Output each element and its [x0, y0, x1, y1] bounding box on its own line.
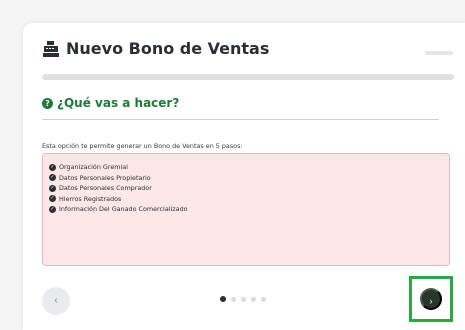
list-item: ✓ Organización Gremial	[49, 162, 449, 173]
list-item: ✓ Datos Personales Comprador	[49, 183, 449, 194]
header-pill	[425, 51, 453, 55]
pagination-dot-2[interactable]	[231, 296, 236, 302]
pagination-dots	[220, 296, 271, 302]
list-item: ✓ Datos Personales Propietario	[49, 173, 449, 184]
step-label: Información Del Ganado Comercializado	[59, 205, 188, 214]
section-title: ¿Qué vas a hacer?	[57, 96, 180, 110]
check-circle-icon: ✓	[49, 195, 56, 203]
section-divider	[42, 119, 439, 120]
list-item: ✓ Información Del Ganado Comercializado	[49, 204, 449, 215]
question-circle-icon: ?	[42, 97, 53, 109]
chevron-right-icon: ›	[429, 296, 433, 306]
check-circle-icon: ✓	[49, 174, 56, 182]
step-label: Hierros Registrados	[59, 194, 122, 203]
card-header: Nuevo Bono de Ventas	[42, 39, 269, 58]
list-item: ✓ Hierros Registrados	[49, 194, 449, 205]
check-circle-icon: ✓	[49, 205, 56, 213]
chevron-left-icon: ‹	[54, 295, 58, 306]
prev-button[interactable]: ‹	[42, 287, 70, 315]
section-heading: ? ¿Qué vas a hacer?	[42, 96, 179, 110]
cash-register-icon	[43, 40, 59, 57]
wizard-card: Nuevo Bono de Ventas ? ¿Qué vas a hacer?…	[23, 23, 465, 330]
intro-text: Esta opción te permite generar un Bono d…	[42, 142, 243, 150]
step-label: Organización Gremial	[59, 163, 128, 172]
steps-list: ✓ Organización Gremial ✓ Datos Personale…	[42, 153, 450, 266]
pagination-dot-3[interactable]	[241, 296, 246, 302]
step-label: Datos Personales Propietario	[59, 173, 151, 182]
pagination-dot-5[interactable]	[261, 296, 266, 302]
page-title: Nuevo Bono de Ventas	[66, 39, 270, 58]
step-label: Datos Personales Comprador	[59, 184, 152, 193]
progress-bar	[42, 74, 454, 80]
check-circle-icon: ✓	[49, 184, 56, 192]
next-button[interactable]: ›	[420, 288, 442, 310]
check-circle-icon: ✓	[49, 163, 56, 171]
pagination-dot-4[interactable]	[251, 296, 256, 302]
next-button-highlight: ›	[409, 276, 453, 322]
pagination-dot-1[interactable]	[220, 296, 226, 302]
